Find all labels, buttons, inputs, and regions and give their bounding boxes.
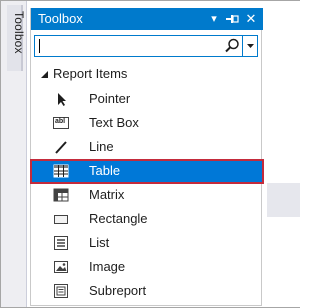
toolbox-side-tab[interactable]: Toolbox <box>7 5 26 71</box>
toolbox-side-tab-label: Toolbox <box>12 11 26 54</box>
toolbox-item-line[interactable]: Line <box>31 135 263 159</box>
toolbox-item-rectangle[interactable]: Rectangle <box>31 207 263 231</box>
item-label: Rectangle <box>89 211 148 226</box>
toolbox-item-text-box[interactable]: abl Text Box <box>31 111 263 135</box>
dropdown-arrow-icon[interactable]: ▾ <box>206 10 222 28</box>
toolbox-item-matrix[interactable]: Matrix <box>31 183 263 207</box>
matrix-icon <box>53 187 69 203</box>
search-options-button[interactable] <box>242 36 257 56</box>
item-label: Matrix <box>89 187 125 202</box>
pointer-icon <box>53 91 69 107</box>
group-report-items[interactable]: Report Items <box>31 64 263 84</box>
item-label: List <box>89 235 110 250</box>
toolbox-title: Toolbox <box>38 11 83 26</box>
editor-area <box>263 1 300 307</box>
item-label: Pointer <box>89 91 131 106</box>
chevron-down-icon <box>247 44 254 48</box>
toolbox-item-subreport[interactable]: Subreport <box>31 279 263 303</box>
image-icon <box>53 259 69 275</box>
item-label: Line <box>89 139 114 154</box>
search-input[interactable] <box>37 37 215 55</box>
search-box <box>34 35 258 57</box>
textbox-icon-text: abl <box>55 118 66 125</box>
item-label: Text Box <box>89 115 139 130</box>
toolbox-item-list[interactable]: List <box>31 231 263 255</box>
table-icon <box>53 163 69 179</box>
rectangle-icon <box>53 211 69 227</box>
pin-icon[interactable] <box>224 10 240 28</box>
item-label: Table <box>89 163 121 178</box>
window-frame: Toolbox Toolbox ▾ ✕ Report Items Pointer… <box>0 0 300 308</box>
list-icon <box>53 235 69 251</box>
toolbox-item-pointer[interactable]: Pointer <box>31 87 263 111</box>
side-tab: Toolbox <box>1 1 27 307</box>
toolbox-item-table[interactable]: Table <box>31 159 263 183</box>
group-label: Report Items <box>53 66 128 81</box>
toolbox-panel: Toolbox ▾ ✕ Report Items Pointer abl Tex… <box>30 8 264 306</box>
line-icon <box>53 139 69 155</box>
search-icon[interactable] <box>223 37 241 55</box>
text-caret <box>39 39 40 53</box>
item-label: Image <box>89 259 126 274</box>
editor-block <box>267 183 300 217</box>
close-icon[interactable]: ✕ <box>243 10 259 28</box>
subreport-icon <box>53 283 69 299</box>
item-label: Subreport <box>89 283 147 298</box>
textbox-icon: abl <box>53 115 69 131</box>
toolbox-titlebar[interactable]: Toolbox ▾ ✕ <box>31 8 263 30</box>
expand-arrow-icon[interactable] <box>39 66 51 82</box>
toolbox-item-image[interactable]: Image <box>31 255 263 279</box>
